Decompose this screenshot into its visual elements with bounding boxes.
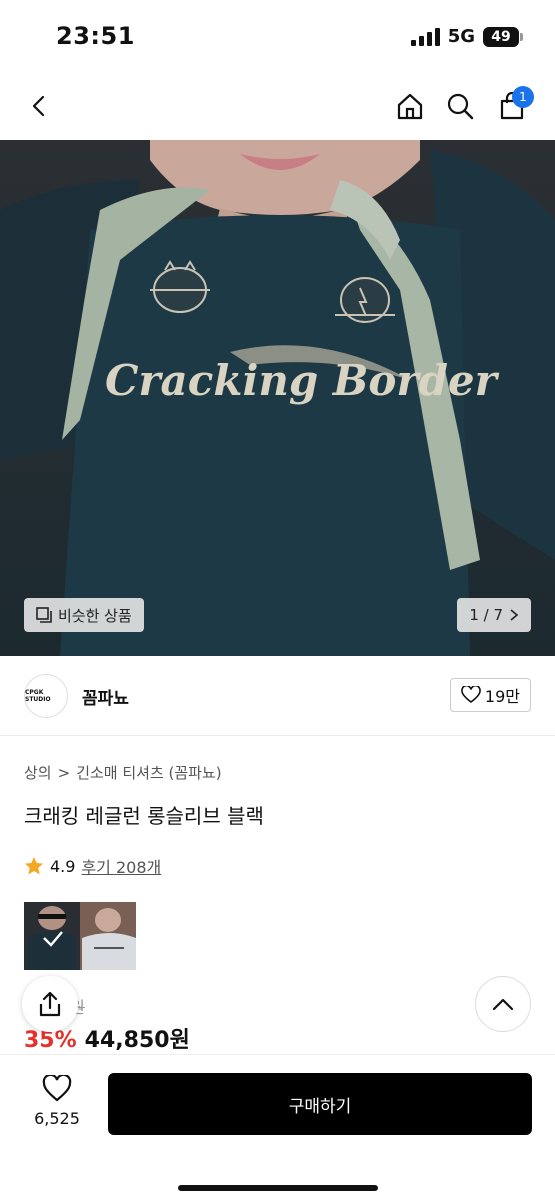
signal-icon <box>410 27 440 46</box>
color-option-black[interactable] <box>24 902 80 970</box>
wishlist-count: 6,525 <box>34 1109 80 1128</box>
battery-icon: 49 <box>483 26 523 47</box>
cart-count-badge: 1 <box>512 86 534 108</box>
search-icon <box>447 93 474 120</box>
image-counter-button[interactable]: 1 / 7 <box>457 598 531 632</box>
product-image[interactable]: Cracking Border 비슷한 상품 1 / 7 <box>0 140 555 656</box>
shop-name[interactable]: 꼼파뇨 <box>82 684 129 709</box>
gray-swatch-image <box>80 902 136 970</box>
home-button[interactable] <box>388 84 432 128</box>
status-indicators: 5G 49 <box>410 26 523 47</box>
back-button[interactable] <box>18 84 62 128</box>
heart-icon <box>42 1075 72 1102</box>
network-label: 5G <box>447 26 475 47</box>
black-swatch-image <box>24 902 80 970</box>
bottom-action-bar: 6,525 구매하기 <box>0 1054 555 1200</box>
similar-icon <box>36 607 52 623</box>
chevron-up-icon <box>492 998 514 1011</box>
shop-like-count: 19만 <box>484 687 520 706</box>
chevron-left-icon <box>32 95 45 117</box>
color-options <box>24 902 136 970</box>
color-option-gray[interactable] <box>80 902 136 970</box>
rating-row: 4.9 후기 208개 <box>24 854 161 878</box>
review-link[interactable]: 후기 208개 <box>81 854 161 878</box>
home-indicator <box>178 1185 378 1191</box>
shop-like-button[interactable]: 19만 <box>449 678 531 712</box>
cart-button[interactable]: 1 <box>490 84 534 128</box>
shop-row: CPGK STUDIO 꼼파뇨 19만 <box>0 656 555 736</box>
status-bar: 23:51 5G 49 <box>0 0 555 72</box>
scroll-top-button[interactable] <box>475 976 531 1032</box>
nav-bar: 1 <box>0 72 555 140</box>
share-icon <box>39 991 61 1017</box>
search-button[interactable] <box>438 84 482 128</box>
image-counter: 1 / 7 <box>469 606 503 624</box>
product-title: 크래킹 레글런 롱슬리브 블랙 <box>24 804 264 828</box>
breadcrumb-subcategory[interactable]: 긴소매 티셔츠 (꼼파뇨) <box>76 762 221 783</box>
chevron-right-icon <box>510 609 519 621</box>
buy-button[interactable]: 구매하기 <box>108 1073 532 1135</box>
star-icon <box>25 857 43 875</box>
breadcrumb: 상의 > 긴소매 티셔츠 (꼼파뇨) <box>24 762 222 783</box>
shirt-print-text: Cracking Border <box>105 356 500 405</box>
product-photo: Cracking Border <box>0 140 555 656</box>
similar-products-button[interactable]: 비슷한 상품 <box>24 598 144 632</box>
wishlist-button[interactable]: 6,525 <box>22 1075 92 1128</box>
share-button[interactable] <box>22 976 78 1032</box>
status-time: 23:51 <box>56 22 135 50</box>
home-icon <box>397 93 423 120</box>
similar-products-label: 비슷한 상품 <box>58 606 132 625</box>
breadcrumb-category[interactable]: 상의 <box>24 762 52 783</box>
sale-price: 44,850원 <box>84 1028 190 1053</box>
shop-logo[interactable]: CPGK STUDIO <box>24 674 68 718</box>
rating-value: 4.9 <box>50 856 76 876</box>
breadcrumb-separator: > <box>57 763 71 782</box>
heart-icon <box>461 686 481 704</box>
